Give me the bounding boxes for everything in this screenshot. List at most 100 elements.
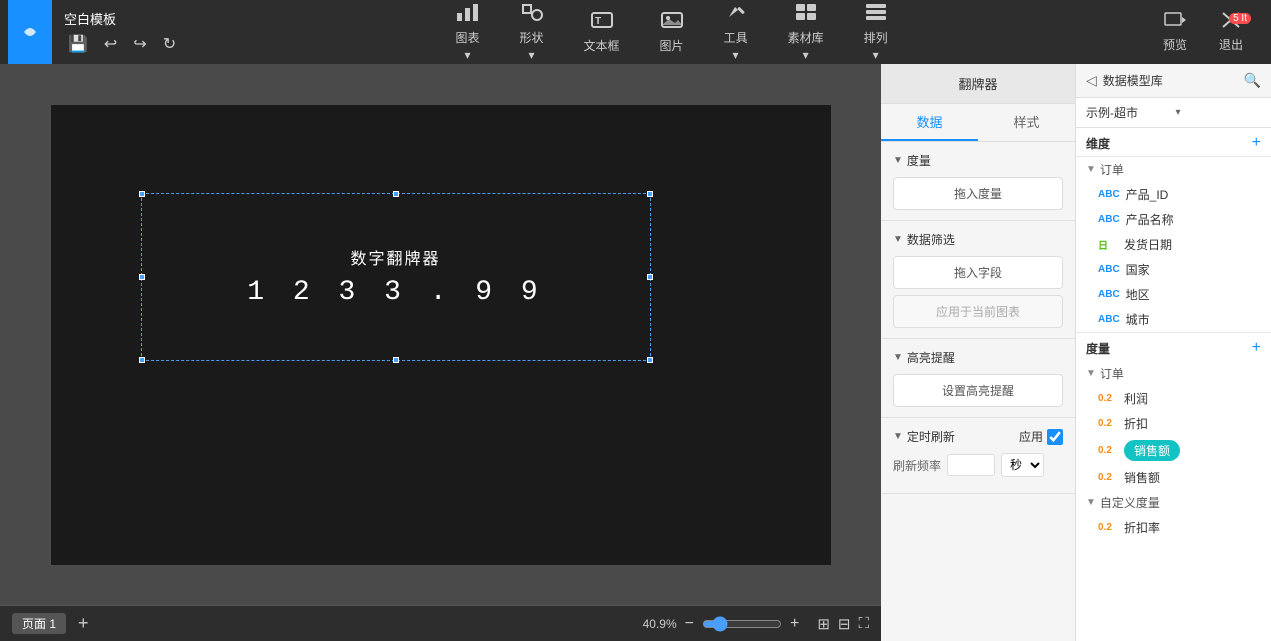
section-filter: ▼ 数据筛选 拖入字段 应用于当前图表 (881, 221, 1075, 339)
menu-textbox[interactable]: T 文本框 (576, 7, 628, 58)
add-measure-btn[interactable]: + (1252, 339, 1261, 357)
dim-item-country[interactable]: ABC 国家 (1076, 257, 1271, 282)
search-btn[interactable]: 🔍 (1242, 70, 1263, 91)
measure-item-discount[interactable]: 0.2 折扣 (1076, 411, 1271, 436)
dropdown-value: 示例-超市 (1086, 104, 1172, 121)
menu-arrange[interactable]: 排列 ▾ (856, 0, 896, 66)
section-timer-header[interactable]: ▼ 定时刷新 应用 (893, 428, 1063, 445)
section-dimension: ▼ 度量 拖入度量 (881, 142, 1075, 221)
highlighted-sales-badge: 销售额 (1124, 440, 1180, 461)
preview-icon (1164, 11, 1186, 34)
dim-item-ship-date[interactable]: 日 发货日期 (1076, 232, 1271, 257)
menu-asset[interactable]: 素材库 ▾ (780, 0, 832, 66)
panel-collapse-btn[interactable]: ◁ (1084, 70, 1099, 91)
measure-item-profit[interactable]: 0.2 利润 (1076, 386, 1271, 411)
measure-sales-label: 销售额 (1124, 469, 1261, 486)
dim-item-city[interactable]: ABC 城市 (1076, 307, 1271, 332)
drag-dimension-btn[interactable]: 拖入度量 (893, 177, 1063, 210)
app-title: 空白模板 (64, 9, 180, 28)
section-filter-header[interactable]: ▼ 数据筛选 (893, 231, 1063, 248)
menu-shape-label: 形状 (520, 29, 544, 46)
data-model-title: 数据模型库 (1103, 72, 1238, 89)
tool-icon (725, 3, 747, 27)
handle-top-left[interactable] (139, 191, 145, 197)
dim-ship-date-label: 发货日期 (1124, 236, 1261, 253)
topbar-right: 预览 退出 5 It (1151, 7, 1263, 57)
refresh-button[interactable]: ↻ (159, 32, 180, 56)
menu-shape[interactable]: 形状 ▾ (512, 0, 552, 66)
handle-bottom-right[interactable] (647, 357, 653, 363)
measure-profit-label: 利润 (1124, 390, 1261, 407)
measure-icon: 0.2 (1098, 445, 1118, 456)
handle-top-right[interactable] (647, 191, 653, 197)
svg-text:T: T (595, 16, 601, 27)
exit-button[interactable]: 退出 5 It (1207, 7, 1255, 57)
zoom-out-button[interactable]: − (683, 615, 696, 633)
zoom-slider[interactable] (702, 616, 782, 632)
fit-icon[interactable]: ⊟ (838, 615, 851, 633)
apply-checkbox[interactable] (1047, 429, 1063, 445)
order-group-header[interactable]: ▼ 订单 (1076, 157, 1271, 182)
shape-icon (521, 3, 543, 27)
custom-measure-group-header[interactable]: ▼ 自定义度量 (1076, 490, 1271, 515)
notification-badge: 5 It (1229, 13, 1251, 24)
page-tab[interactable]: 页面 1 (12, 613, 66, 634)
freq-unit-select[interactable]: 秒 (1001, 453, 1044, 477)
handle-bottom-center[interactable] (393, 357, 399, 363)
undo-button[interactable]: ↩ (100, 32, 121, 56)
menu-arrange-label: 排列 (864, 29, 888, 46)
drag-field-btn[interactable]: 拖入字段 (893, 256, 1063, 289)
section-filter-label: 数据筛选 (907, 231, 955, 248)
expand-icon[interactable]: ⛶ (858, 615, 869, 632)
menu-chart-label: 图表 (456, 29, 480, 46)
tab-data[interactable]: 数据 (881, 104, 978, 141)
image-icon (661, 11, 683, 35)
add-dimension-btn[interactable]: + (1252, 134, 1261, 152)
dim-item-region[interactable]: ABC 地区 (1076, 282, 1271, 307)
menu-chart[interactable]: 图表 ▾ (448, 0, 488, 66)
data-model-scroll[interactable]: 维度 + ▼ 订单 ABC 产品_ID ABC 产品名称 (1076, 128, 1271, 641)
dim-item-product-id[interactable]: ABC 产品_ID (1076, 182, 1271, 207)
handle-bottom-left[interactable] (139, 357, 145, 363)
section-highlight-header[interactable]: ▼ 高亮提醒 (893, 349, 1063, 366)
widget-flipper[interactable]: 数字翻牌器 1 2 3 3 . 9 9 (141, 193, 651, 361)
topbar: 空白模板 💾 ↩ ↪ ↻ 图表 ▾ 形状 ▾ T 文本框 (0, 0, 1271, 64)
freq-input[interactable]: 2 (947, 454, 995, 476)
save-button[interactable]: 💾 (64, 32, 92, 56)
handle-middle-right[interactable] (647, 274, 653, 280)
data-model-dropdown[interactable]: 示例-超市 ▾ (1076, 98, 1271, 128)
tab-style[interactable]: 样式 (978, 104, 1075, 141)
order-measure-group-header[interactable]: ▼ 订单 (1076, 361, 1271, 386)
dim-item-product-name[interactable]: ABC 产品名称 (1076, 207, 1271, 232)
menu-tool[interactable]: 工具 ▾ (716, 0, 756, 66)
measure-item-sales-highlighted[interactable]: 0.2 销售额 (1076, 436, 1271, 465)
handle-top-center[interactable] (393, 191, 399, 197)
redo-button[interactable]: ↪ (129, 32, 150, 56)
canvas-area[interactable]: 数字翻牌器 1 2 3 3 . 9 9 页面 1 + 40.9% − + ⊞ ⊟… (0, 64, 881, 641)
measure-discount-label: 折扣 (1124, 415, 1261, 432)
section-dimension-header[interactable]: ▼ 度量 (893, 152, 1063, 169)
order-measure-group: ▼ 订单 0.2 利润 0.2 折扣 0.2 销售额 (1076, 361, 1271, 490)
section-highlight: ▼ 高亮提醒 设置高亮提醒 (881, 339, 1075, 418)
preview-button[interactable]: 预览 (1151, 7, 1199, 57)
custom-measure-group-label: 自定义度量 (1100, 494, 1160, 511)
statusbar-icons: ⊞ ⊟ ⛶ (817, 615, 869, 633)
statusbar: 页面 1 + 40.9% − + ⊞ ⊟ ⛶ (0, 605, 881, 641)
measure-section-header: 度量 + (1076, 333, 1271, 361)
measure-label: 度量 (1086, 340, 1110, 357)
abc-icon: ABC (1098, 289, 1120, 300)
dim-country-label: 国家 (1126, 261, 1261, 278)
zoom-in-button[interactable]: + (788, 615, 801, 633)
apply-chart-btn[interactable]: 应用于当前图表 (893, 295, 1063, 328)
fullscreen-icon[interactable]: ⊞ (817, 615, 830, 633)
menu-image[interactable]: 图片 (652, 7, 692, 58)
flipper-panel: 翻牌器 数据 样式 ▼ 度量 拖入度量 ▼ 数据筛选 拖入字段 应 (881, 64, 1076, 641)
set-highlight-btn[interactable]: 设置高亮提醒 (893, 374, 1063, 407)
handle-middle-left[interactable] (139, 274, 145, 280)
measure-item-sales[interactable]: 0.2 销售额 (1076, 465, 1271, 490)
measure-item-discount-rate[interactable]: 0.2 折扣率 (1076, 515, 1271, 540)
add-page-button[interactable]: + (74, 613, 93, 634)
canvas-background[interactable]: 数字翻牌器 1 2 3 3 . 9 9 (51, 105, 831, 565)
timer-freq-row: 刷新频率 2 秒 (893, 453, 1063, 477)
data-model-panel: ◁ 数据模型库 🔍 示例-超市 ▾ 维度 + ▼ 订单 (1076, 64, 1271, 641)
